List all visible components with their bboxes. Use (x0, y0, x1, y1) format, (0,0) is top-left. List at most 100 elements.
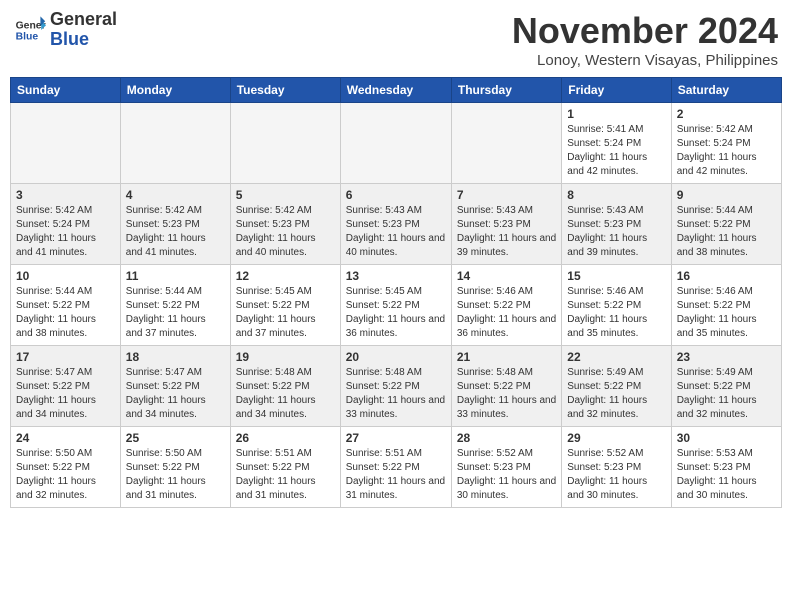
page-header: General Blue General Blue November 2024 … (10, 10, 782, 69)
day-header-saturday: Saturday (671, 78, 781, 103)
day-number: 28 (457, 431, 556, 445)
calendar-week-row: 1Sunrise: 5:41 AM Sunset: 5:24 PM Daylig… (11, 103, 782, 184)
calendar-cell: 5 Sunrise: 5:42 AM Sunset: 5:23 PM Daylig… (230, 184, 340, 265)
calendar-cell: 12Sunrise: 5:45 AM Sunset: 5:22 PM Dayli… (230, 265, 340, 346)
day-number: 4 (126, 188, 225, 202)
calendar-cell: 7 Sunrise: 5:43 AM Sunset: 5:23 PM Daylig… (451, 184, 561, 265)
title-block: November 2024 Lonoy, Western Visayas, Ph… (512, 10, 778, 69)
day-number: 15 (567, 269, 665, 283)
calendar-cell: 14 Sunrise: 5:46 AM Sunset: 5:22 PM Dayli… (451, 265, 561, 346)
day-number: 26 (236, 431, 335, 445)
day-header-sunday: Sunday (11, 78, 121, 103)
day-header-friday: Friday (562, 78, 671, 103)
day-number: 23 (677, 350, 776, 364)
day-info: Sunrise: 5:42 AM Sunset: 5:24 PM Dayligh… (677, 123, 776, 179)
day-info: Sunrise: 5:47 AM Sunset: 5:22 PM Dayligh… (16, 366, 115, 422)
day-info: Sunrise: 5:46 AM Sunset: 5:22 PM Dayligh… (567, 285, 665, 341)
day-header-thursday: Thursday (451, 78, 561, 103)
day-info: Sunrise: 5:48 AM Sunset: 5:22 PM Dayligh… (346, 366, 446, 422)
calendar-week-row: 10 Sunrise: 5:44 AM Sunset: 5:22 PM Dayli… (11, 265, 782, 346)
day-info: Sunrise: 5:43 AM Sunset: 5:23 PM Dayligh… (567, 204, 665, 260)
calendar-cell: 10 Sunrise: 5:44 AM Sunset: 5:22 PM Dayli… (11, 265, 121, 346)
calendar-cell: 30 Sunrise: 5:53 AM Sunset: 5:23 PM Dayli… (671, 427, 781, 508)
calendar-cell: 13 Sunrise: 5:45 AM Sunset: 5:22 PM Dayli… (340, 265, 451, 346)
calendar-cell: 28 Sunrise: 5:52 AM Sunset: 5:23 PM Dayli… (451, 427, 561, 508)
day-number: 11 (126, 269, 225, 283)
day-number: 20 (346, 350, 446, 364)
day-header-monday: Monday (120, 78, 230, 103)
svg-text:Blue: Blue (16, 31, 39, 42)
calendar-week-row: 24 Sunrise: 5:50 AM Sunset: 5:22 PM Dayli… (11, 427, 782, 508)
calendar-cell: 24 Sunrise: 5:50 AM Sunset: 5:22 PM Dayli… (11, 427, 121, 508)
day-info: Sunrise: 5:44 AM Sunset: 5:22 PM Dayligh… (126, 285, 225, 341)
day-number: 14 (457, 269, 556, 283)
calendar-cell: 16Sunrise: 5:46 AM Sunset: 5:22 PM Dayli… (671, 265, 781, 346)
day-info: Sunrise: 5:49 AM Sunset: 5:22 PM Dayligh… (567, 366, 665, 422)
day-number: 7 (457, 188, 556, 202)
day-info: Sunrise: 5:41 AM Sunset: 5:24 PM Dayligh… (567, 123, 665, 179)
day-info: Sunrise: 5:45 AM Sunset: 5:22 PM Dayligh… (236, 285, 335, 341)
logo-blue: Blue (50, 30, 117, 50)
day-number: 17 (16, 350, 115, 364)
day-number: 21 (457, 350, 556, 364)
day-info: Sunrise: 5:48 AM Sunset: 5:22 PM Dayligh… (236, 366, 335, 422)
day-number: 8 (567, 188, 665, 202)
day-info: Sunrise: 5:42 AM Sunset: 5:23 PM Dayligh… (236, 204, 335, 260)
calendar-cell: 2 Sunrise: 5:42 AM Sunset: 5:24 PM Daylig… (671, 103, 781, 184)
day-number: 6 (346, 188, 446, 202)
calendar-cell: 15 Sunrise: 5:46 AM Sunset: 5:22 PM Dayli… (562, 265, 671, 346)
day-number: 9 (677, 188, 776, 202)
month-title: November 2024 (512, 10, 778, 52)
day-number: 19 (236, 350, 335, 364)
day-info: Sunrise: 5:52 AM Sunset: 5:23 PM Dayligh… (457, 447, 556, 503)
calendar-cell: 22Sunrise: 5:49 AM Sunset: 5:22 PM Dayli… (562, 346, 671, 427)
day-info: Sunrise: 5:43 AM Sunset: 5:23 PM Dayligh… (346, 204, 446, 260)
day-number: 27 (346, 431, 446, 445)
calendar-week-row: 17 Sunrise: 5:47 AM Sunset: 5:22 PM Dayli… (11, 346, 782, 427)
day-info: Sunrise: 5:44 AM Sunset: 5:22 PM Dayligh… (16, 285, 115, 341)
day-header-wednesday: Wednesday (340, 78, 451, 103)
day-header-tuesday: Tuesday (230, 78, 340, 103)
calendar-cell: 9 Sunrise: 5:44 AM Sunset: 5:22 PM Daylig… (671, 184, 781, 265)
calendar-cell: 11 Sunrise: 5:44 AM Sunset: 5:22 PM Dayli… (120, 265, 230, 346)
day-number: 10 (16, 269, 115, 283)
day-info: Sunrise: 5:48 AM Sunset: 5:22 PM Dayligh… (457, 366, 556, 422)
day-number: 24 (16, 431, 115, 445)
logo-general: General (50, 10, 117, 30)
calendar-cell: 3Sunrise: 5:42 AM Sunset: 5:24 PM Daylig… (11, 184, 121, 265)
day-number: 30 (677, 431, 776, 445)
calendar-cell (340, 103, 451, 184)
calendar-cell (451, 103, 561, 184)
day-number: 25 (126, 431, 225, 445)
logo-icon: General Blue (14, 14, 46, 46)
day-info: Sunrise: 5:50 AM Sunset: 5:22 PM Dayligh… (126, 447, 225, 503)
day-info: Sunrise: 5:49 AM Sunset: 5:22 PM Dayligh… (677, 366, 776, 422)
day-info: Sunrise: 5:53 AM Sunset: 5:23 PM Dayligh… (677, 447, 776, 503)
calendar-cell: 26Sunrise: 5:51 AM Sunset: 5:22 PM Dayli… (230, 427, 340, 508)
day-number: 3 (16, 188, 115, 202)
calendar-cell: 29Sunrise: 5:52 AM Sunset: 5:23 PM Dayli… (562, 427, 671, 508)
day-info: Sunrise: 5:50 AM Sunset: 5:22 PM Dayligh… (16, 447, 115, 503)
day-number: 18 (126, 350, 225, 364)
location: Lonoy, Western Visayas, Philippines (512, 52, 778, 69)
calendar-cell: 19 Sunrise: 5:48 AM Sunset: 5:22 PM Dayli… (230, 346, 340, 427)
day-number: 2 (677, 107, 776, 121)
calendar-cell: 8 Sunrise: 5:43 AM Sunset: 5:23 PM Daylig… (562, 184, 671, 265)
day-number: 29 (567, 431, 665, 445)
day-info: Sunrise: 5:42 AM Sunset: 5:23 PM Dayligh… (126, 204, 225, 260)
calendar-cell: 27Sunrise: 5:51 AM Sunset: 5:22 PM Dayli… (340, 427, 451, 508)
calendar-cell (120, 103, 230, 184)
calendar-cell: 4 Sunrise: 5:42 AM Sunset: 5:23 PM Daylig… (120, 184, 230, 265)
day-number: 13 (346, 269, 446, 283)
day-info: Sunrise: 5:45 AM Sunset: 5:22 PM Dayligh… (346, 285, 446, 341)
calendar-cell: 21 Sunrise: 5:48 AM Sunset: 5:22 PM Dayli… (451, 346, 561, 427)
day-info: Sunrise: 5:46 AM Sunset: 5:22 PM Dayligh… (457, 285, 556, 341)
calendar-cell: 23 Sunrise: 5:49 AM Sunset: 5:22 PM Dayli… (671, 346, 781, 427)
calendar-table: SundayMondayTuesdayWednesdayThursdayFrid… (10, 77, 782, 508)
calendar-cell: 18 Sunrise: 5:47 AM Sunset: 5:22 PM Dayli… (120, 346, 230, 427)
day-info: Sunrise: 5:44 AM Sunset: 5:22 PM Dayligh… (677, 204, 776, 260)
day-info: Sunrise: 5:47 AM Sunset: 5:22 PM Dayligh… (126, 366, 225, 422)
day-info: Sunrise: 5:43 AM Sunset: 5:23 PM Dayligh… (457, 204, 556, 260)
calendar-cell: 20 Sunrise: 5:48 AM Sunset: 5:22 PM Dayli… (340, 346, 451, 427)
day-number: 5 (236, 188, 335, 202)
